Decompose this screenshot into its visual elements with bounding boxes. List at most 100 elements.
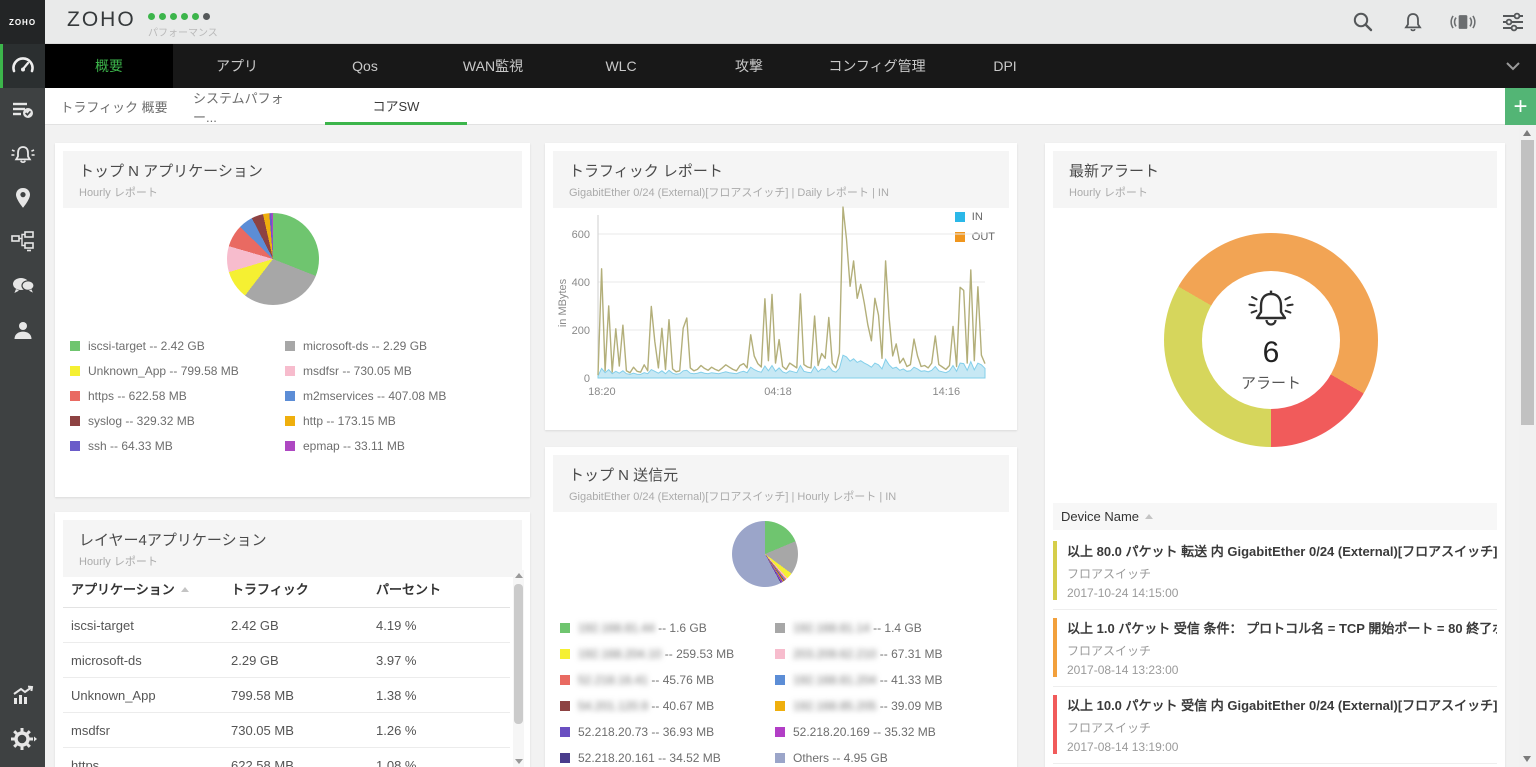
- scrollbar-thumb[interactable]: [514, 584, 523, 724]
- scroll-up-icon[interactable]: [515, 573, 523, 578]
- legend-value: -- 41.33 MB: [876, 673, 942, 687]
- legend-item[interactable]: 52.218.20.169 -- 35.32 MB: [775, 719, 990, 745]
- legend-item[interactable]: https -- 622.58 MB: [70, 383, 285, 408]
- legend-item[interactable]: 192.168.81.14 -- 1.4 GB: [775, 615, 990, 641]
- scroll-down-icon[interactable]: [1523, 756, 1531, 762]
- donut-center: 6 アラート: [1202, 271, 1340, 409]
- alert-timestamp: 2017-08-14 13:23:00: [1067, 663, 1497, 677]
- sidebar-item-inventory[interactable]: [0, 88, 45, 132]
- legend-item[interactable]: epmap -- 33.11 MB: [285, 433, 500, 458]
- nav-tab-dpi[interactable]: DPI: [941, 44, 1069, 88]
- legend-item[interactable]: 192.168.204.10 -- 259.53 MB: [560, 641, 775, 667]
- table-scrollbar[interactable]: [513, 570, 524, 767]
- list-check-icon: [11, 100, 35, 120]
- legend-value: -- 45.76 MB: [648, 673, 714, 687]
- legend-label: 192.168.81.14: [793, 621, 870, 635]
- panel-header: トップ N アプリケーション Hourly レポート: [63, 151, 522, 208]
- devices-signal-icon[interactable]: [1450, 9, 1476, 35]
- top-applications-pie-chart[interactable]: [227, 213, 319, 305]
- brand-subtitle: パフォーマンス: [148, 24, 218, 39]
- traffic-line-chart[interactable]: 0200400600in MBytes18:2004:1814:16: [553, 203, 1009, 408]
- scroll-up-icon[interactable]: [1523, 130, 1531, 136]
- svg-text:0: 0: [584, 373, 590, 385]
- legend-item[interactable]: msdfsr -- 730.05 MB: [285, 358, 500, 383]
- legend-item[interactable]: iscsi-target -- 2.42 GB: [70, 333, 285, 358]
- sidebar-item-alarms[interactable]: [0, 132, 45, 176]
- sidebar-item-chat[interactable]: [0, 264, 45, 308]
- settings-sliders-icon[interactable]: [1500, 9, 1526, 35]
- legend-item[interactable]: 203.209.62.210 -- 67.31 MB: [775, 641, 990, 667]
- legend-swatch: [775, 727, 785, 737]
- tab-system-performance[interactable]: システムパフォー...: [193, 88, 305, 125]
- table-row[interactable]: https622.58 MB1.08 %: [63, 748, 510, 767]
- svg-text:18:20: 18:20: [588, 386, 616, 398]
- legend-item[interactable]: ssh -- 64.33 MB: [70, 433, 285, 458]
- nav-tab-wlc[interactable]: WLC: [557, 44, 685, 88]
- legend-item[interactable]: 192.168.85.205 -- 39.09 MB: [775, 693, 990, 719]
- column-header-percent[interactable]: パーセント: [376, 579, 502, 598]
- legend-swatch: [560, 727, 570, 737]
- sidebar-item-reports[interactable]: [0, 673, 45, 717]
- alerts-list: 以上 80.0 パケット 転送 内 GigabitEther 0/24 (Ext…: [1053, 533, 1497, 767]
- nav-tab-apps[interactable]: アプリ: [173, 44, 301, 88]
- column-header-traffic[interactable]: トラフィック: [231, 579, 376, 598]
- notifications-bell-icon[interactable]: [1400, 9, 1426, 35]
- panel-title: レイヤー4アプリケーション: [79, 529, 506, 550]
- alerts-donut-chart[interactable]: 6 アラート: [1164, 233, 1378, 447]
- nav-tab-qos[interactable]: Qos: [301, 44, 429, 88]
- chart-growth-icon: [11, 685, 35, 705]
- table-row[interactable]: microsoft-ds2.29 GB3.97 %: [63, 643, 510, 678]
- sidebar-item-topology[interactable]: [0, 220, 45, 264]
- nav-tab-config[interactable]: コンフィグ管理: [813, 44, 941, 88]
- topology-icon: [11, 231, 35, 253]
- panel-header: レイヤー4アプリケーション Hourly レポート: [63, 520, 522, 577]
- legend-item[interactable]: 192.168.81.204 -- 41.33 MB: [775, 667, 990, 693]
- nav-tab-attacks[interactable]: 攻撃: [685, 44, 813, 88]
- nav-tab-wan[interactable]: WAN監視: [429, 44, 557, 88]
- top-sources-pie-chart[interactable]: [732, 521, 798, 587]
- alarm-bell-icon: [10, 143, 36, 165]
- sidebar-item-settings[interactable]: [0, 717, 45, 761]
- legend-label: 54.201.120.9: [578, 699, 648, 713]
- svg-text:200: 200: [572, 325, 590, 337]
- legend-item[interactable]: 52.218.16.41 -- 45.76 MB: [560, 667, 775, 693]
- legend-item[interactable]: Unknown_App -- 799.58 MB: [70, 358, 285, 383]
- legend-item[interactable]: syslog -- 329.32 MB: [70, 408, 285, 433]
- scroll-down-icon[interactable]: [515, 759, 523, 764]
- legend-item[interactable]: 52.218.20.161 -- 34.52 MB: [560, 745, 775, 767]
- sidebar-item-maps[interactable]: [0, 176, 45, 220]
- legend-value: -- 34.52 MB: [655, 751, 721, 765]
- legend-item[interactable]: 54.201.120.9 -- 40.67 MB: [560, 693, 775, 719]
- column-header-application[interactable]: アプリケーション: [71, 579, 231, 598]
- page-scrollbar[interactable]: [1519, 125, 1536, 767]
- legend-item[interactable]: microsoft-ds -- 2.29 GB: [285, 333, 500, 358]
- legend-item[interactable]: 52.218.20.73 -- 36.93 MB: [560, 719, 775, 745]
- sidebar-item-dashboard[interactable]: [0, 44, 45, 88]
- table-row[interactable]: msdfsr730.05 MB1.26 %: [63, 713, 510, 748]
- nav-tab-overview[interactable]: 概要: [45, 44, 173, 88]
- legend-item[interactable]: http -- 173.15 MB: [285, 408, 500, 433]
- svg-text:400: 400: [572, 277, 590, 289]
- legend-item[interactable]: m2mservices -- 407.08 MB: [285, 383, 500, 408]
- add-dashboard-button[interactable]: +: [1505, 88, 1536, 125]
- alert-item[interactable]: 以上 1.0 パケット 受信 条件： プロトコル名 = TCP 開始ポート = …: [1053, 610, 1497, 687]
- alert-item[interactable]: 以上 80.0 パケット 転送 内 GigabitEther 0/24 (Ext…: [1053, 533, 1497, 610]
- top-sources-legend: 192.168.81.44 -- 1.6 GB192.168.81.14 -- …: [560, 615, 990, 767]
- sidebar-item-user[interactable]: [0, 308, 45, 352]
- legend-label: https: [88, 389, 114, 403]
- table-row[interactable]: iscsi-target2.42 GB4.19 %: [63, 608, 510, 643]
- alert-item[interactable]: 以上 10.0 パケット 受信 内 GigabitEther 0/24 (Ext…: [1053, 687, 1497, 764]
- legend-value: -- 173.15 MB: [323, 414, 396, 428]
- legend-value: -- 35.32 MB: [870, 725, 936, 739]
- tab-core-sw[interactable]: コアSW: [325, 88, 467, 125]
- legend-label: 192.168.81.44: [578, 621, 655, 635]
- table-row[interactable]: Unknown_App799.58 MB1.38 %: [63, 678, 510, 713]
- tab-traffic-overview[interactable]: トラフィック 概要: [55, 88, 173, 125]
- legend-item[interactable]: Others -- 4.95 GB: [775, 745, 990, 767]
- legend-value: -- 67.31 MB: [876, 647, 942, 661]
- alerts-list-header[interactable]: Device Name: [1053, 503, 1497, 530]
- chevron-down-icon[interactable]: [1504, 58, 1522, 79]
- search-icon[interactable]: [1350, 9, 1376, 35]
- scrollbar-thumb[interactable]: [1521, 140, 1534, 425]
- legend-item[interactable]: 192.168.81.44 -- 1.6 GB: [560, 615, 775, 641]
